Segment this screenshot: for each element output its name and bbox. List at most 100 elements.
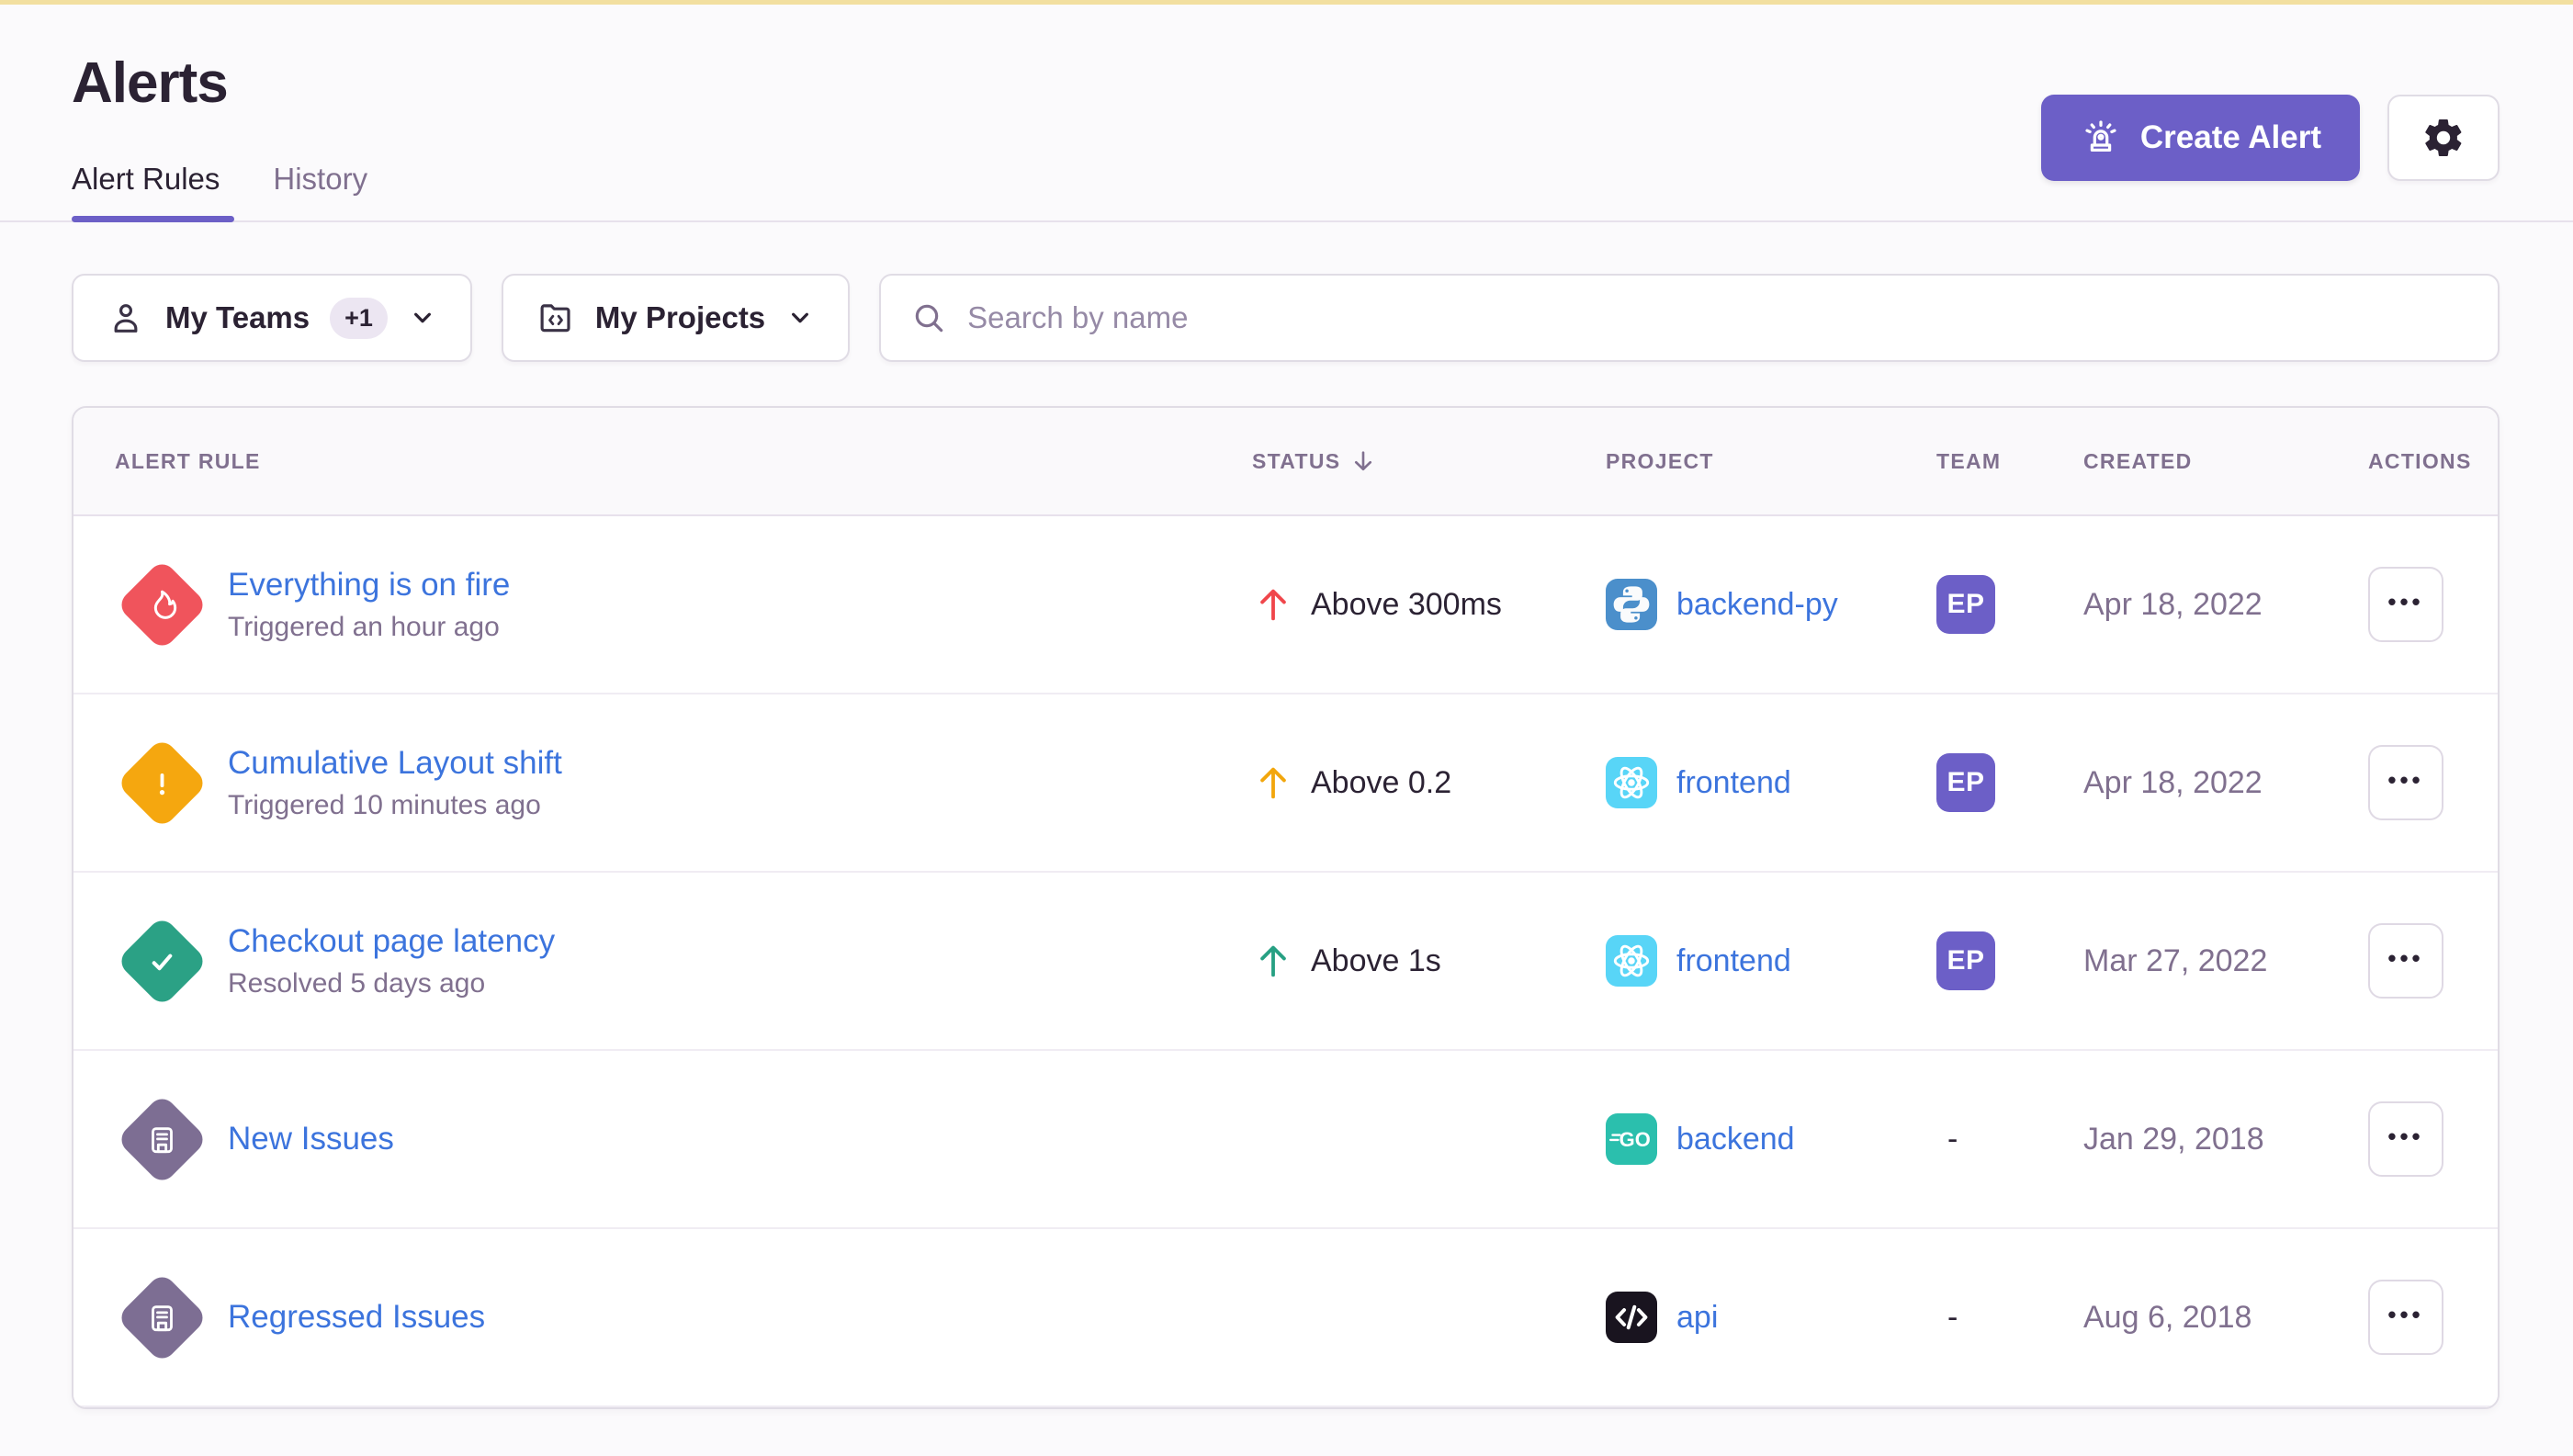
active-tab-indicator: [72, 216, 234, 222]
team-badge: EP: [1936, 753, 1995, 812]
table-row: Checkout page latency Resolved 5 days ag…: [73, 873, 2498, 1051]
table-header-row: Alert Rule Status Project Team Created A…: [73, 408, 2498, 516]
alert-rule-subtitle: Triggered an hour ago: [228, 612, 510, 643]
row-actions-button[interactable]: •••: [2368, 1101, 2443, 1177]
severity-diamond: [116, 1093, 208, 1185]
tab-history-label: History: [273, 162, 367, 196]
status-cell: Above 0.2: [1252, 762, 1606, 804]
check-icon: [141, 941, 182, 981]
trend-arrow-icon: [1252, 583, 1294, 626]
folder-code-icon: [536, 299, 575, 337]
team-none: -: [1936, 1300, 1958, 1335]
react-icon: [1606, 757, 1657, 808]
column-header-project: Project: [1606, 449, 1936, 474]
filter-bar: My Teams +1 My Projects: [72, 274, 2500, 362]
table-row: Cumulative Layout shift Triggered 10 min…: [73, 694, 2498, 873]
chevron-down-icon: [408, 303, 437, 333]
alerts-table: Alert Rule Status Project Team Created A…: [72, 406, 2500, 1409]
table-row: Regressed Issues api - Aug 6, 2018 •••: [73, 1229, 2498, 1407]
status-threshold: Above 0.2: [1311, 765, 1451, 801]
issues-icon: [143, 1121, 180, 1157]
status-cell: Above 1s: [1252, 940, 1606, 982]
column-header-alert-rule: Alert Rule: [73, 449, 1252, 474]
settings-button[interactable]: [2387, 95, 2500, 181]
severity-diamond: [116, 559, 208, 650]
project-link[interactable]: backend-py: [1676, 587, 1838, 623]
project-link[interactable]: backend: [1676, 1122, 1795, 1157]
created-date: Apr 18, 2022: [2083, 587, 2368, 623]
project-link[interactable]: frontend: [1676, 943, 1791, 979]
severity-icon-box: [114, 557, 209, 652]
table-row: Everything is on fire Triggered an hour …: [73, 516, 2498, 694]
alert-rule-subtitle: Triggered 10 minutes ago: [228, 790, 562, 821]
team-cell: -: [1936, 1122, 2083, 1157]
alert-rule-link[interactable]: Everything is on fire: [228, 567, 510, 604]
row-actions-button[interactable]: •••: [2368, 923, 2443, 999]
status-cell: Above 300ms: [1252, 583, 1606, 626]
alert-rule-link[interactable]: Checkout page latency: [228, 923, 555, 960]
team-badge: EP: [1936, 931, 1995, 990]
team-cell: EP: [1936, 931, 2083, 990]
row-actions-button[interactable]: •••: [2368, 1280, 2443, 1355]
severity-diamond: [116, 737, 208, 829]
teams-filter-badge: +1: [330, 298, 388, 339]
page-header: Alerts Create Alert: [0, 51, 2573, 116]
exclamation-icon: [142, 763, 181, 802]
search-box: [879, 274, 2500, 362]
python-icon: [1606, 579, 1657, 630]
severity-icon-box: [114, 913, 209, 1009]
chevron-down-icon: [785, 303, 815, 333]
severity-diamond: [116, 1271, 208, 1363]
alert-rule-link[interactable]: New Issues: [228, 1121, 394, 1157]
gear-icon: [2421, 116, 2466, 160]
search-icon: [910, 299, 947, 336]
severity-icon-box: [114, 735, 209, 830]
created-date: Apr 18, 2022: [2083, 765, 2368, 801]
go-icon: GO: [1606, 1113, 1657, 1165]
column-header-team: Team: [1936, 449, 2083, 474]
status-threshold: Above 1s: [1311, 943, 1441, 979]
team-cell: EP: [1936, 753, 2083, 812]
trend-arrow-icon: [1252, 762, 1294, 804]
table-row: New Issues GO backend - Jan 29, 2018 •••: [73, 1051, 2498, 1229]
svg-text:GO: GO: [1619, 1128, 1651, 1151]
column-header-created: Created: [2083, 449, 2368, 474]
alert-rule-link[interactable]: Cumulative Layout shift: [228, 745, 562, 782]
severity-diamond: [116, 915, 208, 1007]
alert-rule-subtitle: Resolved 5 days ago: [228, 968, 555, 999]
flame-icon: [142, 585, 181, 624]
column-header-actions: Actions: [2368, 449, 2498, 474]
teams-filter-label: My Teams: [165, 300, 310, 335]
project-link[interactable]: frontend: [1676, 765, 1791, 801]
person-icon: [107, 299, 145, 337]
row-actions-button[interactable]: •••: [2368, 745, 2443, 820]
tab-history[interactable]: History: [273, 162, 367, 220]
team-none: -: [1936, 1122, 1958, 1157]
siren-icon: [2080, 117, 2122, 159]
trend-arrow-icon: [1252, 940, 1294, 982]
header-actions: Create Alert: [2041, 95, 2500, 181]
column-header-status[interactable]: Status: [1252, 447, 1606, 475]
search-input[interactable]: [967, 300, 2468, 335]
projects-filter-label: My Projects: [595, 300, 765, 335]
sort-arrow-down-icon: [1349, 447, 1377, 475]
created-date: Aug 6, 2018: [2083, 1300, 2368, 1336]
code-icon: [1606, 1292, 1657, 1343]
row-actions-button[interactable]: •••: [2368, 567, 2443, 642]
project-link[interactable]: api: [1676, 1300, 1718, 1336]
severity-icon-box: [114, 1091, 209, 1187]
severity-icon-box: [114, 1270, 209, 1365]
teams-filter-button[interactable]: My Teams +1: [72, 274, 472, 362]
created-date: Jan 29, 2018: [2083, 1122, 2368, 1157]
create-alert-label: Create Alert: [2140, 119, 2321, 156]
issues-icon: [143, 1299, 180, 1336]
status-threshold: Above 300ms: [1311, 587, 1502, 623]
tab-alert-rules-label: Alert Rules: [72, 162, 220, 196]
create-alert-button[interactable]: Create Alert: [2041, 95, 2360, 181]
team-cell: EP: [1936, 575, 2083, 634]
tab-alert-rules[interactable]: Alert Rules: [72, 162, 220, 220]
projects-filter-button[interactable]: My Projects: [502, 274, 850, 362]
alert-rule-link[interactable]: Regressed Issues: [228, 1299, 485, 1336]
created-date: Mar 27, 2022: [2083, 943, 2368, 979]
team-badge: EP: [1936, 575, 1995, 634]
